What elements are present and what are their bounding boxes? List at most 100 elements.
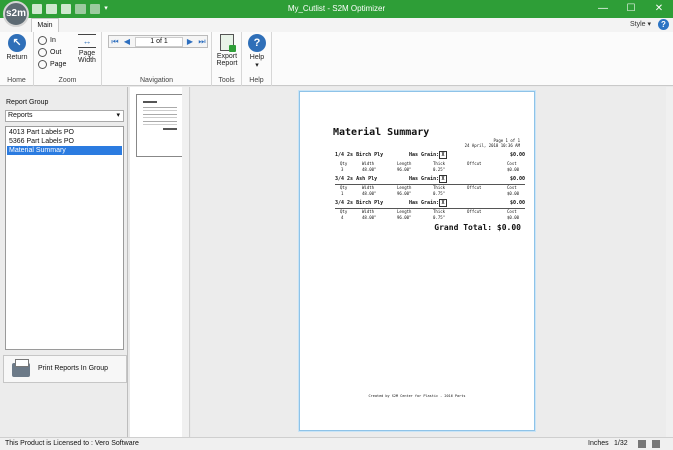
list-item[interactable]: Material Summary <box>7 146 122 155</box>
group-tools: Export Report Tools <box>212 32 242 86</box>
help-question-icon: ? <box>248 34 266 52</box>
col-cost: Cost <box>507 209 517 214</box>
grain-label: Has Grain: <box>409 200 440 206</box>
table-row: 3 48.00" 96.00" 0.25" $0.00 <box>335 167 525 173</box>
print-reports-button[interactable]: Print Reports In Group <box>3 355 127 383</box>
app-logo[interactable]: s2m <box>3 1 29 27</box>
col-offcut: Offcut <box>467 209 482 214</box>
cell-cost: $0.00 <box>507 167 520 172</box>
viewer-scrollbar[interactable] <box>666 87 673 437</box>
page-width-label-1: Page <box>78 50 96 57</box>
zoom-page-label: Page <box>50 61 67 68</box>
col-length: Length <box>397 185 412 190</box>
cell-width: 48.00" <box>362 167 377 172</box>
ribbon-tab-row: Main Style ▾ ? <box>0 18 673 32</box>
material-row: 3/4 2s Ash Ply Has Grain: X $0.00 <box>335 175 525 184</box>
cell-thick: 0.25" <box>433 167 446 172</box>
cell-thick: 0.75" <box>433 191 446 196</box>
col-thick: Thick <box>433 161 446 166</box>
group-home-label: Home <box>7 77 26 84</box>
close-button[interactable]: ✕ <box>645 0 673 18</box>
zoom-page-button[interactable]: Page <box>38 59 66 70</box>
status-icon-1[interactable] <box>638 440 646 448</box>
report-group-panel: Report Group Reports ▾ 4013 Part Labels … <box>0 87 128 437</box>
col-length: Length <box>397 161 412 166</box>
col-qty: Qty <box>340 185 348 190</box>
cell-cost: $0.00 <box>507 215 520 220</box>
export-report-icon <box>220 34 236 52</box>
col-offcut: Offcut <box>467 185 482 190</box>
page-width-icon: ↔ <box>78 34 96 48</box>
col-cost: Cost <box>507 185 517 190</box>
export-label-1: Export <box>216 53 238 60</box>
report-date: 24 April, 2018 10:36 AM <box>464 143 520 148</box>
grain-checkbox: X <box>439 199 447 207</box>
help-icon[interactable]: ? <box>658 19 669 30</box>
status-bar: This Product is Licensed to : Vero Softw… <box>0 437 673 450</box>
col-length: Length <box>397 209 412 214</box>
minimize-button[interactable]: — <box>589 0 617 18</box>
report-title: Material Summary <box>333 127 430 138</box>
list-item[interactable]: 5366 Part Labels PO <box>7 137 122 146</box>
list-item[interactable]: 4013 Part Labels PO <box>7 128 122 137</box>
group-navigation: ⏮ ◀ 1 of 1 ▶ ⏭ Navigation <box>102 32 212 86</box>
cell-width: 48.00" <box>362 215 377 220</box>
report-list[interactable]: 4013 Part Labels PO 5366 Part Labels PO … <box>5 126 124 350</box>
report-viewer: Material Summary Page 1 of 1 24 April, 2… <box>191 87 673 437</box>
units-indicator[interactable]: Inches <box>588 438 609 450</box>
style-label: Style <box>629 21 646 28</box>
page-thumbnail[interactable] <box>136 94 184 157</box>
report-group-select[interactable]: Reports ▾ <box>5 110 124 122</box>
printer-icon <box>12 359 30 377</box>
material-name: 1/4 2s Birch Ply <box>335 152 384 158</box>
material-amount: $0.00 <box>509 200 525 206</box>
page-indicator[interactable]: 1 of 1 <box>135 37 183 47</box>
last-page-icon[interactable]: ⏭ <box>197 37 207 47</box>
style-menu[interactable]: Style ▾ <box>630 20 651 28</box>
help-button[interactable]: ? Help ▾ <box>245 34 269 69</box>
cell-length: 96.00" <box>397 191 412 196</box>
group-zoom: In Out Page ↔ Page Width Zoom <box>34 32 102 86</box>
material-amount: $0.00 <box>509 152 525 158</box>
grain-checkbox: X <box>439 151 447 159</box>
page-width-button[interactable]: ↔ Page Width <box>74 34 100 64</box>
print-reports-label: Print Reports In Group <box>38 365 109 372</box>
next-page-icon[interactable]: ▶ <box>185 37 195 47</box>
export-report-button[interactable]: Export Report <box>214 34 240 67</box>
col-cost: Cost <box>507 161 517 166</box>
col-qty: Qty <box>340 161 348 166</box>
material-row: 3/4 2s Birch Ply Has Grain: X $0.00 <box>335 199 525 208</box>
report-page: Material Summary Page 1 of 1 24 April, 2… <box>299 91 535 431</box>
license-text: This Product is Licensed to : Vero Softw… <box>5 440 139 447</box>
report-group-label: Report Group <box>6 99 49 106</box>
tab-main[interactable]: Main <box>31 18 59 32</box>
thumbnail-scrollbar[interactable] <box>182 87 189 437</box>
first-page-icon[interactable]: ⏮ <box>110 37 120 47</box>
maximize-button[interactable]: ☐ <box>617 0 645 18</box>
zoom-out-label: Out <box>50 49 62 56</box>
ribbon: ↖ Return Home In Out Page ↔ Page Width Z… <box>0 32 673 86</box>
zoom-out-button[interactable]: Out <box>38 47 61 58</box>
zoom-page-icon <box>38 60 47 69</box>
previous-page-icon[interactable]: ◀ <box>122 37 132 47</box>
material-name: 3/4 2s Ash Ply <box>335 176 378 182</box>
status-icon-2[interactable] <box>652 440 660 448</box>
grain-label: Has Grain: <box>409 176 440 182</box>
zoom-in-button[interactable]: In <box>38 35 56 46</box>
cell-length: 96.00" <box>397 215 412 220</box>
cell-width: 48.00" <box>362 191 377 196</box>
return-arrow-icon: ↖ <box>8 34 26 52</box>
return-label: Return <box>6 54 28 61</box>
col-thick: Thick <box>433 209 446 214</box>
group-navigation-label: Navigation <box>139 77 174 84</box>
help-label: Help <box>249 54 265 61</box>
cell-qty: 4 <box>341 215 344 220</box>
col-width: Width <box>362 161 375 166</box>
group-help-label: Help <box>249 77 264 84</box>
return-button[interactable]: ↖ Return <box>5 34 29 61</box>
page-navigator: ⏮ ◀ 1 of 1 ▶ ⏭ <box>108 35 208 48</box>
group-zoom-label: Zoom <box>58 77 77 84</box>
cell-qty: 3 <box>341 167 344 172</box>
precision-indicator[interactable]: 1/32 <box>614 438 628 450</box>
col-width: Width <box>362 209 375 214</box>
